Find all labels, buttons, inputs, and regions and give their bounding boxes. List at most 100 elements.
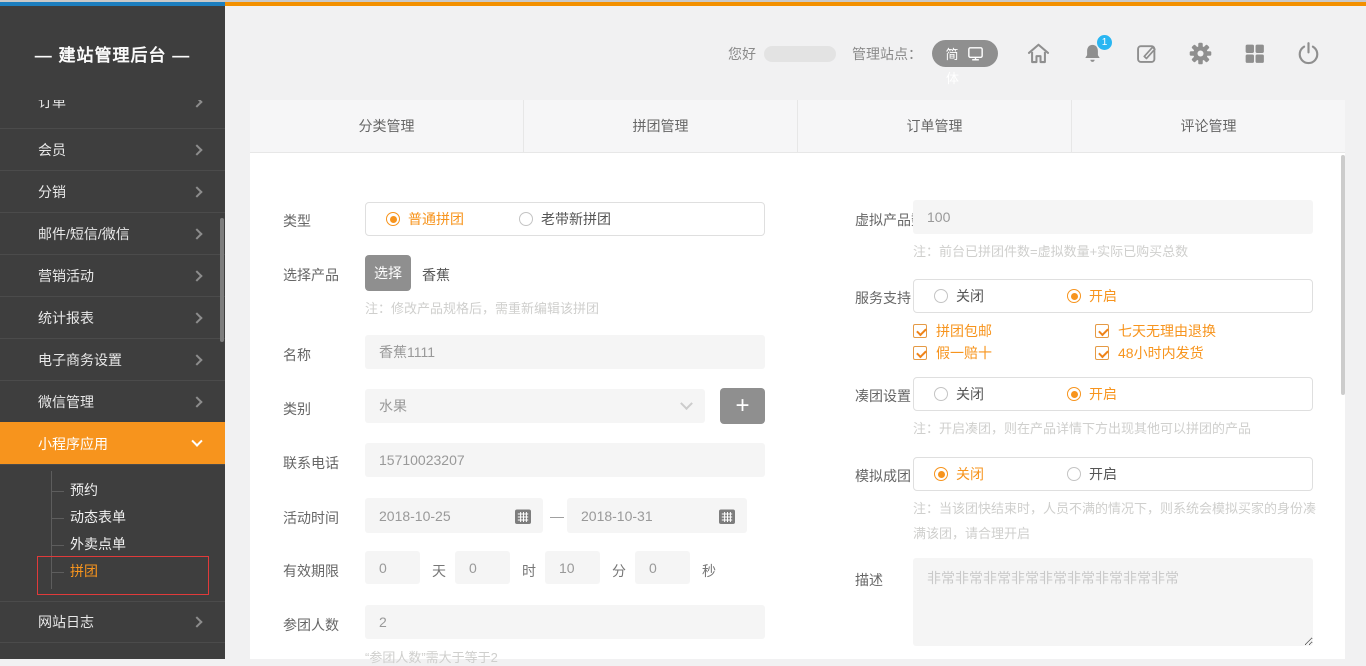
chevron-right-icon xyxy=(191,312,202,323)
tab-category-management[interactable]: 分类管理 xyxy=(250,100,524,152)
sidebar-subitem-label: 外卖点单 xyxy=(70,536,126,552)
settings-gear-icon[interactable] xyxy=(1187,40,1214,67)
field-label-duration: 有效期限 xyxy=(283,561,339,581)
chevron-right-icon xyxy=(191,616,202,627)
sidebar-item-mail-sms-wechat[interactable]: 邮件/短信/微信 xyxy=(0,212,225,254)
radio-service-on[interactable] xyxy=(1067,289,1081,303)
tab-groupbuy-management[interactable]: 拼团管理 xyxy=(524,100,798,152)
radio-referral-groupbuy[interactable] xyxy=(519,212,533,226)
sidebar-item-orders[interactable]: 订单 xyxy=(0,100,225,128)
checkbox-48h-shipping[interactable]: 48小时内发货 xyxy=(1095,342,1204,364)
radio-gather-off[interactable] xyxy=(934,387,948,401)
radio-label[interactable]: 关闭 xyxy=(956,286,984,306)
sidebar-item-ecommerce-settings[interactable]: 电子商务设置 xyxy=(0,338,225,380)
main-area: 您好 管理站点： 简 体 xyxy=(225,6,1366,659)
unit-minutes: 分 xyxy=(612,561,626,581)
edit-icon[interactable] xyxy=(1133,40,1160,67)
radio-label[interactable]: 开启 xyxy=(1089,464,1117,484)
sidebar-item-marketing[interactable]: 营销活动 xyxy=(0,254,225,296)
end-date-input[interactable]: 2018-10-31 xyxy=(567,498,747,533)
end-date-value: 2018-10-31 xyxy=(581,508,653,524)
radio-label[interactable]: 关闭 xyxy=(956,464,984,484)
description-textarea[interactable]: 非常非常非常非常非常非常非常非常非常 xyxy=(913,558,1313,646)
header: 您好 管理站点： 简 体 xyxy=(225,6,1366,100)
radio-label[interactable]: 开启 xyxy=(1089,286,1117,306)
add-category-button[interactable]: + xyxy=(720,388,765,424)
sidebar-item-site-logs[interactable]: 网站日志 xyxy=(0,601,225,643)
language-char-1: 简 xyxy=(945,44,958,63)
duration-days-input[interactable] xyxy=(365,551,420,584)
checkbox-checked-icon[interactable] xyxy=(913,346,927,360)
panel-scrollbar-thumb[interactable] xyxy=(1341,155,1345,395)
sidebar-submenu: 预约 动态表单 外卖点单 拼团 xyxy=(0,464,225,601)
radio-label[interactable]: 老带新拼团 xyxy=(541,209,611,229)
radio-label[interactable]: 普通拼团 xyxy=(408,209,464,229)
chevron-right-icon xyxy=(191,270,202,281)
radio-normal-groupbuy[interactable] xyxy=(386,212,400,226)
tab-review-management[interactable]: 评论管理 xyxy=(1072,100,1345,152)
duration-minutes-input[interactable] xyxy=(545,551,600,584)
chevron-down-icon xyxy=(680,397,693,410)
apps-grid-icon[interactable] xyxy=(1241,40,1268,67)
calendar-icon[interactable] xyxy=(513,506,533,526)
sidebar-item-label: 会员 xyxy=(38,140,193,160)
start-date-input[interactable]: 2018-10-25 xyxy=(365,498,543,533)
sidebar-scrollbar-thumb[interactable] xyxy=(220,218,224,342)
sidebar-item-miniprogram-apps[interactable]: 小程序应用 xyxy=(0,422,225,464)
sidebar-subitem-takeout-order[interactable]: 外卖点单 xyxy=(0,531,225,558)
power-icon[interactable] xyxy=(1295,40,1322,67)
category-select[interactable]: 水果 xyxy=(365,389,705,423)
sidebar-subitem-group-buy[interactable]: 拼团 xyxy=(0,558,225,585)
tab-order-management[interactable]: 订单管理 xyxy=(798,100,1072,152)
sidebar-item-members[interactable]: 会员 xyxy=(0,128,225,170)
unit-seconds: 秒 xyxy=(702,561,716,581)
sidebar-subitem-booking[interactable]: 预约 xyxy=(0,477,225,504)
checkbox-checked-icon[interactable] xyxy=(913,324,927,338)
content-panel: 分类管理 拼团管理 订单管理 评论管理 类型 普通拼团 老带新拼团 选择产品 选… xyxy=(250,100,1345,659)
checkbox-7day-return[interactable]: 七天无理由退换 xyxy=(1095,320,1216,342)
checkbox-free-shipping[interactable]: 拼团包邮 xyxy=(913,320,992,342)
language-switcher[interactable]: 简 体 xyxy=(932,40,998,67)
sidebar-item-reports[interactable]: 统计报表 xyxy=(0,296,225,338)
field-label-gather: 凑团设置 xyxy=(855,386,911,406)
sidebar-subitem-label: 拼团 xyxy=(70,563,98,579)
duration-hours-input[interactable] xyxy=(455,551,510,584)
gather-note: 注：开启凑团，则在产品详情下方出现其他可以拼团的产品 xyxy=(913,418,1251,437)
simulate-radio-group: 关闭 开启 xyxy=(913,457,1313,491)
radio-service-off[interactable] xyxy=(934,289,948,303)
checkbox-checked-icon[interactable] xyxy=(1095,324,1109,338)
radio-label[interactable]: 关闭 xyxy=(956,384,984,404)
home-icon[interactable] xyxy=(1025,40,1052,67)
field-label-service: 服务支持 xyxy=(855,288,911,308)
select-product-button[interactable]: 选择 xyxy=(365,255,411,291)
name-input[interactable] xyxy=(365,335,765,369)
sidebar-item-distribution[interactable]: 分销 xyxy=(0,170,225,212)
chevron-right-icon xyxy=(191,228,202,239)
language-char-2: 体 xyxy=(946,68,959,87)
radio-simulate-on[interactable] xyxy=(1067,467,1081,481)
username-blurred xyxy=(764,46,836,62)
checkbox-checked-icon[interactable] xyxy=(1095,346,1109,360)
field-label-members: 参团人数 xyxy=(283,615,339,635)
field-label-name: 名称 xyxy=(283,345,311,365)
radio-label[interactable]: 开启 xyxy=(1089,384,1117,404)
sidebar-item-label: 网站日志 xyxy=(38,612,193,632)
field-label-type: 类型 xyxy=(283,211,311,231)
sidebar-subitem-label: 动态表单 xyxy=(70,509,126,525)
phone-input[interactable] xyxy=(365,443,765,477)
sidebar-item-wechat-management[interactable]: 微信管理 xyxy=(0,380,225,422)
sidebar-item-label: 小程序应用 xyxy=(38,434,193,454)
notifications-icon[interactable]: 1 xyxy=(1079,40,1106,67)
duration-seconds-input[interactable] xyxy=(635,551,690,584)
site-label: 管理站点： xyxy=(852,44,922,64)
field-label-simulate: 模拟成团 xyxy=(855,466,911,486)
radio-simulate-off[interactable] xyxy=(934,467,948,481)
calendar-icon[interactable] xyxy=(717,506,737,526)
sidebar-subitem-dynamic-form[interactable]: 动态表单 xyxy=(0,504,225,531)
checkbox-fake-one-pay-ten[interactable]: 假一赔十 xyxy=(913,342,992,364)
members-input[interactable] xyxy=(365,605,765,639)
radio-gather-on[interactable] xyxy=(1067,387,1081,401)
service-radio-group: 关闭 开启 xyxy=(913,279,1313,313)
tab-bar: 分类管理 拼团管理 订单管理 评论管理 xyxy=(250,100,1345,153)
virtual-count-input[interactable] xyxy=(913,200,1313,234)
